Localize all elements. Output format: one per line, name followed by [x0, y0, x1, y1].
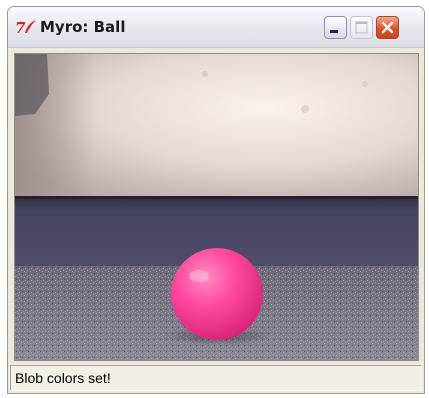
close-button[interactable] — [376, 16, 399, 39]
status-text: Blob colors set! — [15, 370, 111, 386]
svg-text:7: 7 — [15, 19, 26, 36]
minimize-button[interactable] — [324, 16, 347, 39]
status-bar: Blob colors set! — [10, 365, 422, 391]
maximize-icon — [355, 21, 368, 34]
close-icon — [381, 21, 394, 34]
tk-feather-icon: 7 — [15, 19, 36, 36]
pink-ball — [171, 248, 263, 340]
camera-scene — [15, 54, 418, 360]
window-title: Myro: Ball — [40, 18, 126, 36]
maximize-button[interactable] — [350, 16, 373, 39]
app-window: 7 Myro: Ball Blob colors set! — [7, 6, 425, 394]
camera-image — [14, 53, 419, 361]
minimize-icon — [330, 30, 338, 33]
title-bar[interactable]: 7 Myro: Ball — [8, 7, 424, 48]
